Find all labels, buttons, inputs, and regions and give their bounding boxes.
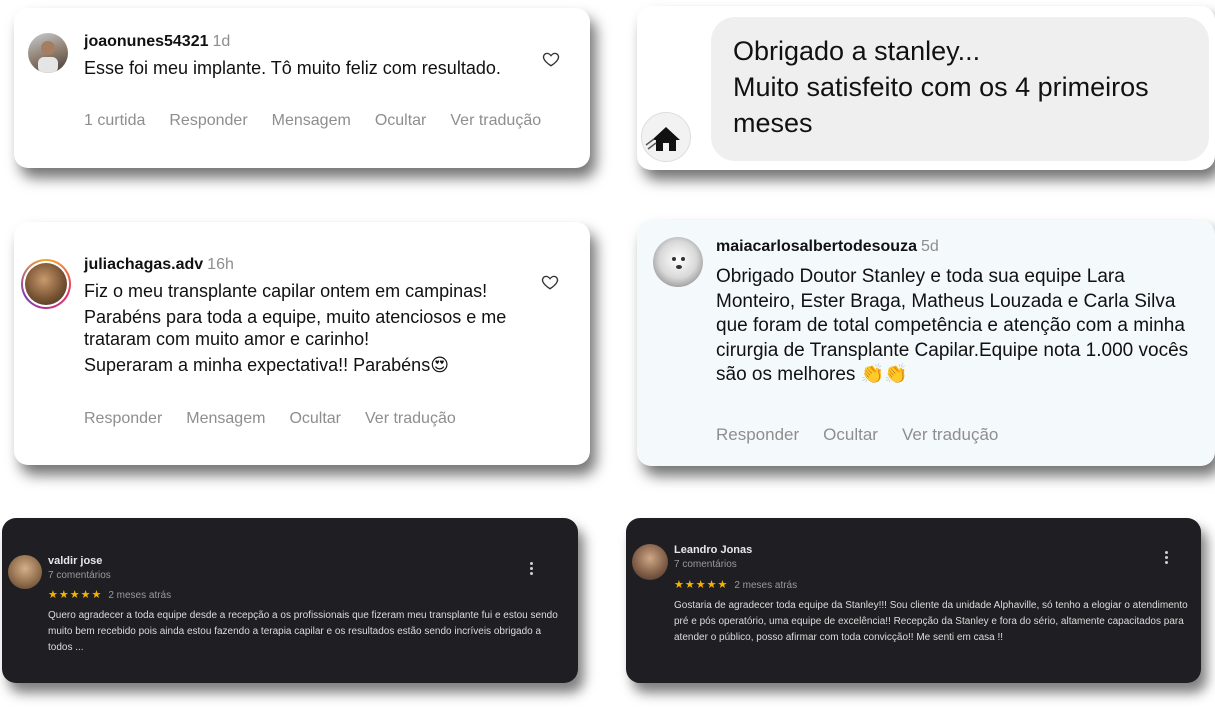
comment-paragraph: Superaram a minha expectativa!! Parabéns… <box>84 355 449 375</box>
reply-button[interactable]: Responder <box>169 112 247 130</box>
comment-time: 5d <box>920 238 939 255</box>
translate-button[interactable]: Ver tradução <box>450 112 541 130</box>
review-card-valdir: valdir jose 7 comentários ★★★★★ 2 meses a… <box>2 518 578 683</box>
username-text[interactable]: maiacarlosalbertodesouza <box>716 238 917 255</box>
star-icons: ★★★★★ <box>674 579 729 591</box>
comment-time: 16h <box>207 256 234 273</box>
hide-button[interactable]: Ocultar <box>823 425 878 445</box>
username-text[interactable]: juliachagas.adv <box>84 256 203 273</box>
review-rating: ★★★★★ 2 meses atrás <box>674 578 797 591</box>
avatar[interactable] <box>641 112 691 162</box>
comment-time: 1d <box>212 33 231 50</box>
comment-actions: 1 curtida Responder Mensagem Ocultar Ver… <box>84 112 541 130</box>
reviewer-name[interactable]: valdir jose <box>48 555 102 567</box>
avatar[interactable] <box>21 259 71 309</box>
review-text: Gostaria de agradecer toda equipe da Sta… <box>674 600 1188 643</box>
heart-icon[interactable] <box>542 50 560 68</box>
username-text[interactable]: joaonunes54321 <box>84 33 209 50</box>
comment-text: Fiz o meu transplante capilar ontem em c… <box>84 280 514 380</box>
bubble-line-2: Muito satisfeito com os 4 primeiros mese… <box>733 72 1149 138</box>
review-card-leandro: Leandro Jonas 7 comentários ★★★★★ 2 meses… <box>626 518 1201 683</box>
reviewer-name[interactable]: Leandro Jonas <box>674 544 752 556</box>
hide-button[interactable]: Ocultar <box>375 112 427 130</box>
avatar[interactable] <box>8 555 42 589</box>
likes-count[interactable]: 1 curtida <box>84 112 145 130</box>
comment-bubble: Obrigado a stanley... Muito satisfeito c… <box>711 17 1209 161</box>
review-date: 2 meses atrás <box>108 590 172 601</box>
comment-actions: Responder Mensagem Ocultar Ver tradução <box>84 410 456 428</box>
comment-card-juliachagas: juliachagas.adv 16h Fiz o meu transplante… <box>14 222 590 465</box>
review-rating: ★★★★★ 2 meses atrás <box>48 588 171 601</box>
star-icons: ★★★★★ <box>48 589 103 601</box>
review-count: 7 comentários <box>674 559 737 570</box>
hide-button[interactable]: Ocultar <box>289 410 341 428</box>
house-icon <box>645 127 680 151</box>
avatar[interactable] <box>632 544 668 580</box>
review-date: 2 meses atrás <box>734 580 798 591</box>
comment-paragraph: Parabéns para toda a equipe, muito atenc… <box>84 307 507 349</box>
comment-card-maiacarlos: maiacarlosalbertodesouza 5d Obrigado Dout… <box>637 220 1215 466</box>
reply-button[interactable]: Responder <box>84 410 162 428</box>
comment-card-joaonunes: joaonunes54321 1d Esse foi meu implante. … <box>14 8 590 168</box>
comment-username[interactable]: maiacarlosalbertodesouza 5d <box>716 238 939 256</box>
reply-button[interactable]: Responder <box>716 425 799 445</box>
message-button[interactable]: Mensagem <box>272 112 351 130</box>
comment-text: Obrigado Doutor Stanley e toda sua equip… <box>716 266 1189 385</box>
translate-button[interactable]: Ver tradução <box>365 410 456 428</box>
comment-username[interactable]: juliachagas.adv 16h <box>84 256 234 274</box>
comment-paragraph: Fiz o meu transplante capilar ontem em c… <box>84 281 488 301</box>
bubble-line-1: Obrigado a stanley... <box>733 36 981 66</box>
more-vert-icon[interactable] <box>528 562 534 578</box>
heart-icon[interactable] <box>541 273 559 291</box>
avatar[interactable] <box>28 33 68 73</box>
more-vert-icon[interactable] <box>1163 551 1169 567</box>
review-text: Quero agradecer a toda equipe desde a re… <box>48 610 558 653</box>
comment-username[interactable]: joaonunes54321 1d <box>84 33 230 51</box>
message-button[interactable]: Mensagem <box>186 410 265 428</box>
review-count: 7 comentários <box>48 570 111 581</box>
comment-actions: Responder Ocultar Ver tradução <box>716 425 998 445</box>
translate-button[interactable]: Ver tradução <box>902 425 998 445</box>
comment-card-bubble: Obrigado a stanley... Muito satisfeito c… <box>637 6 1215 170</box>
comment-text: Esse foi meu implante. Tô muito feliz co… <box>84 58 501 78</box>
avatar[interactable] <box>653 237 703 287</box>
